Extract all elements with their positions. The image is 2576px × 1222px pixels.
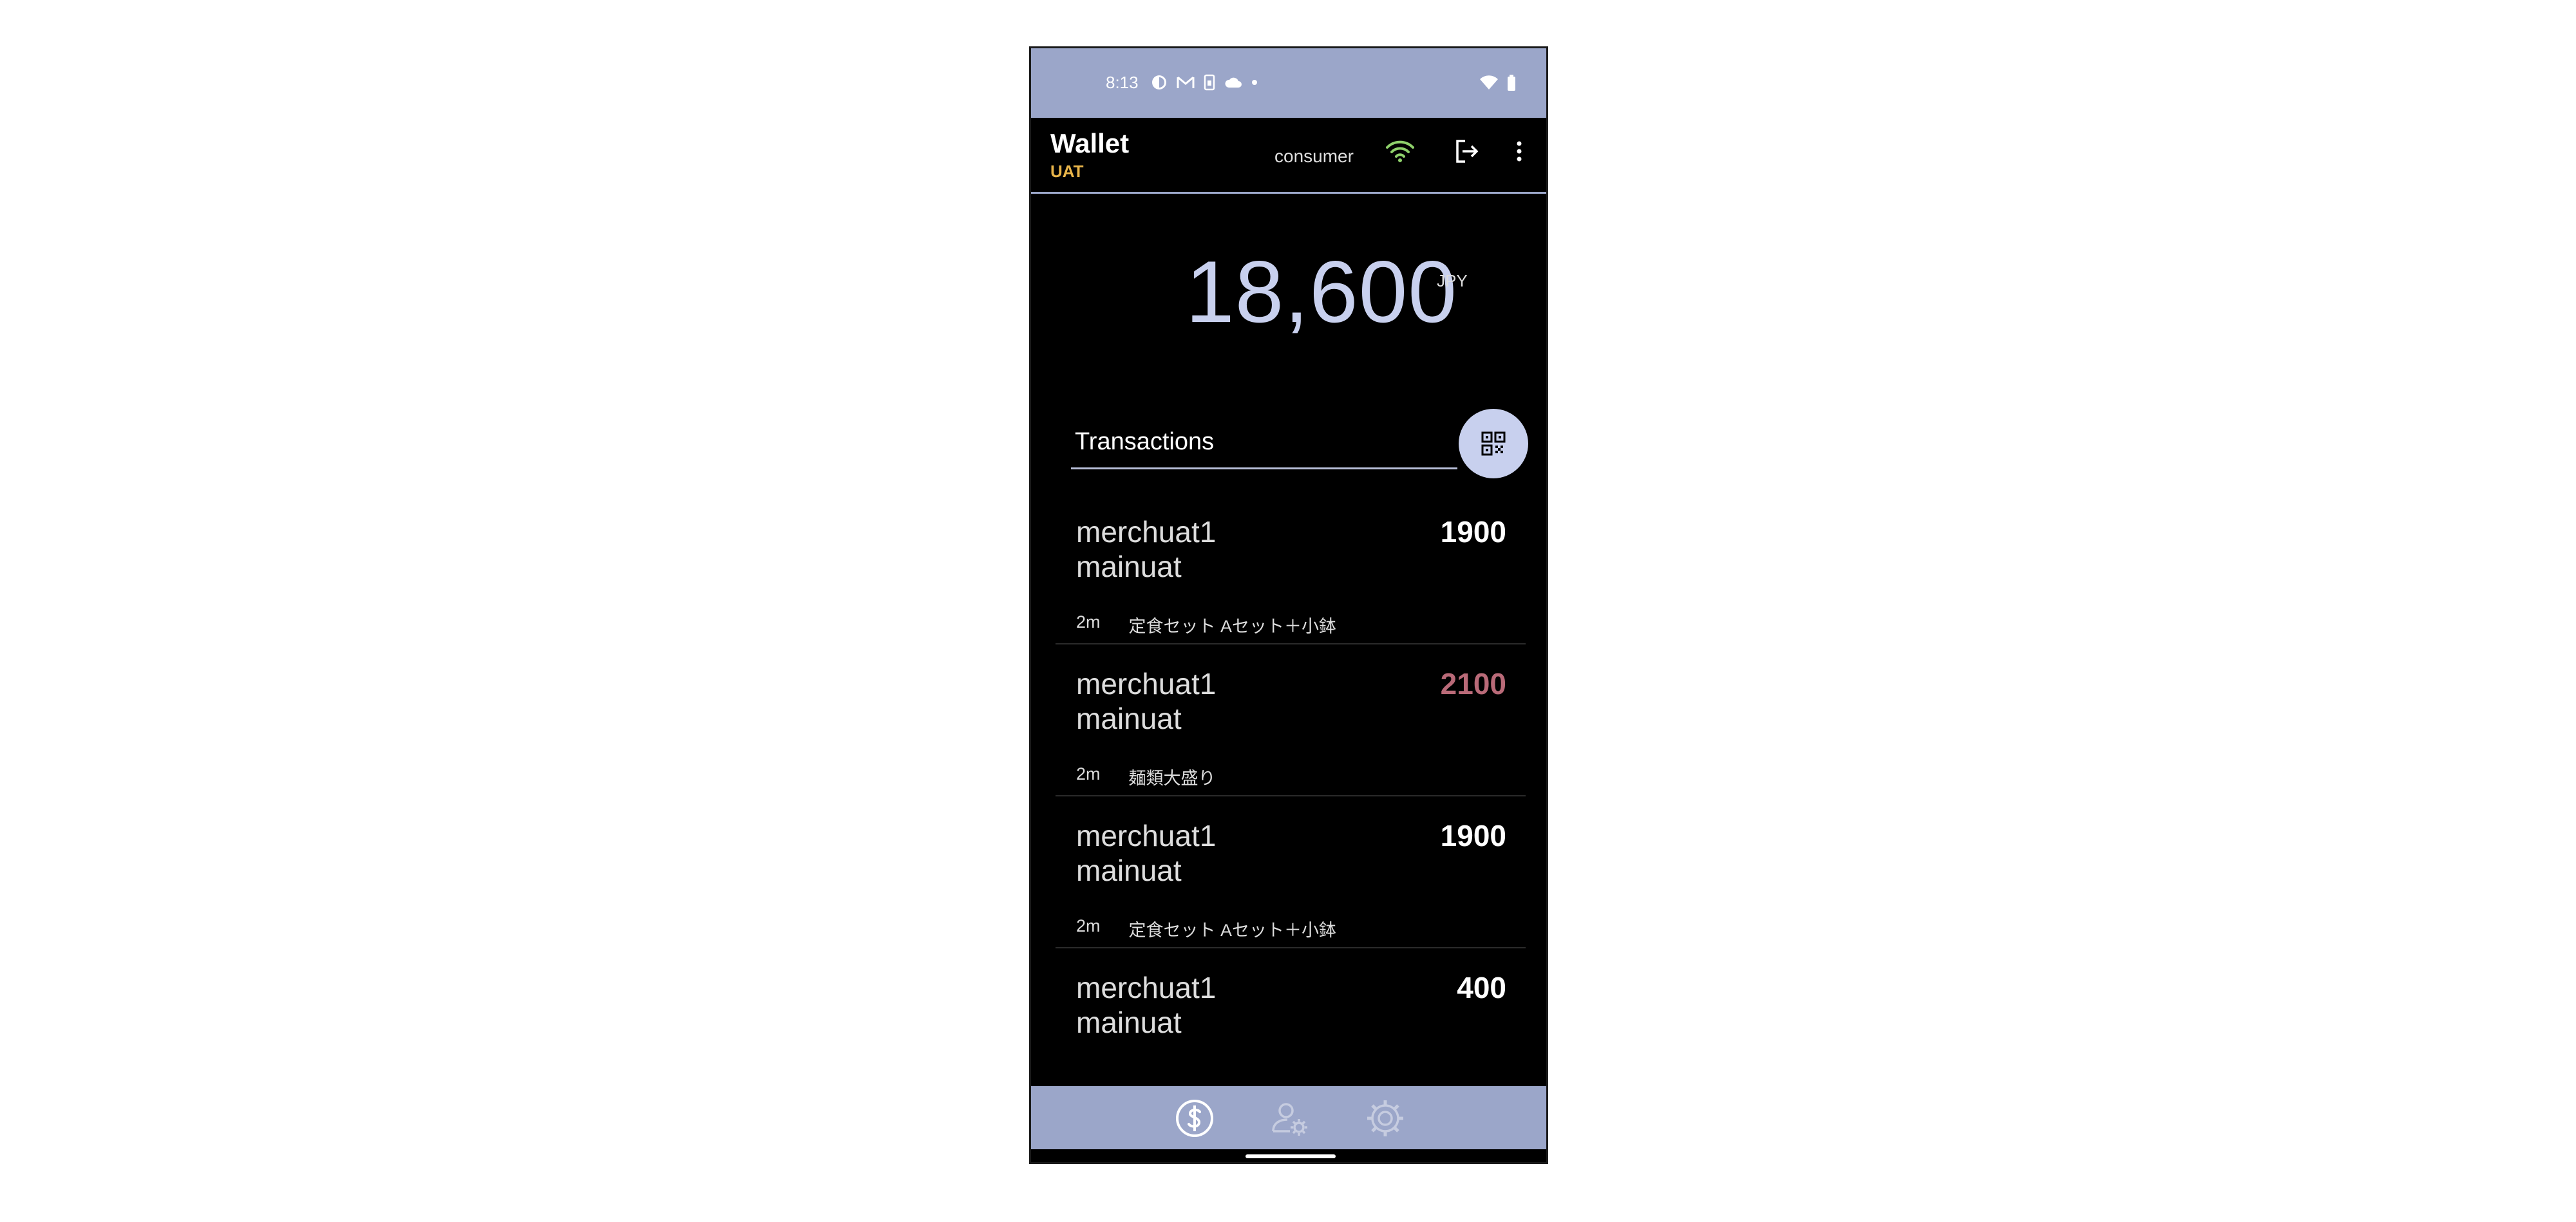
transaction-merchant: merchuat1 mainuat [1076,667,1217,735]
transaction-row[interactable]: merchuat1 mainuat 1900 2m 定食セット Aセット＋小鉢 [1056,796,1526,948]
user-label: consumer [1274,146,1354,166]
transaction-meta: 2m 定食セット Aセット＋小鉢 [1076,612,1336,637]
transactions-title: Transactions [1075,428,1215,455]
gear-icon[interactable] [1365,1098,1406,1139]
transaction-amount: 400 [1457,971,1506,1004]
status-left-icons [1151,74,1258,91]
qr-code-button[interactable] [1459,409,1528,478]
balance-amount: 18,600 [1186,243,1457,341]
gmail-icon [1177,76,1195,88]
transaction-amount: 1900 [1440,819,1506,852]
transaction-merchant: merchuat1 mainuat [1076,971,1217,1039]
transaction-description: 定食セット Aセット＋小鉢 [1128,921,1337,940]
wifi-status-icon [1480,75,1498,89]
status-time: 8:13 [1106,73,1139,92]
transaction-merchant: merchuat1 mainuat [1076,515,1217,583]
transaction-meta: 2m 定食セット Aセット＋小鉢 [1076,916,1336,941]
logout-icon[interactable] [1452,137,1481,165]
app-title: Wallet [1050,128,1130,158]
user-gear-icon[interactable] [1269,1098,1311,1139]
dot-icon [1252,80,1257,85]
sim-icon [1204,74,1215,91]
environment-label: UAT [1050,162,1084,181]
transaction-list[interactable]: merchuat1 mainuat 1900 2m 定食セット Aセット＋小鉢 … [1056,493,1526,1073]
transaction-row[interactable]: merchuat1 mainuat 2100 2m 麺類大盛り [1056,644,1526,796]
transaction-amount: 2100 [1440,667,1506,700]
status-bar: 8:13 [1031,48,1546,118]
transaction-description: 麺類大盛り [1128,769,1216,788]
qr-code-icon [1481,431,1506,456]
transaction-amount: 1900 [1440,515,1506,549]
phone-screen: 8:13 Wallet UAT consumer 18,600 JPY Tran… [1029,46,1548,1164]
bottom-navigation [1031,1086,1546,1149]
transaction-age: 2m [1076,916,1101,935]
connection-wifi-icon [1386,140,1414,162]
transaction-age: 2m [1076,764,1101,784]
home-indicator[interactable] [1245,1154,1336,1158]
transaction-age: 2m [1076,612,1101,632]
cloud-icon [1225,77,1242,88]
transaction-row[interactable]: merchuat1 mainuat 1900 2m 定食セット Aセット＋小鉢 [1056,493,1526,644]
transaction-meta: 2m 麺類大盛り [1076,764,1216,789]
balance-currency: JPY [1437,271,1468,290]
dollar-circle-icon[interactable] [1174,1098,1215,1139]
status-right-icons [1479,74,1517,92]
transaction-row[interactable]: merchuat1 mainuat 400 [1056,948,1526,1073]
transactions-header: Transactions [1071,381,1457,469]
battery-icon [1508,75,1515,91]
transaction-merchant: merchuat1 mainuat [1076,819,1217,887]
app-icon [1152,75,1166,89]
app-bar: Wallet UAT consumer [1031,118,1546,194]
more-vert-icon[interactable] [1513,137,1526,165]
transaction-description: 定食セット Aセット＋小鉢 [1128,617,1337,636]
